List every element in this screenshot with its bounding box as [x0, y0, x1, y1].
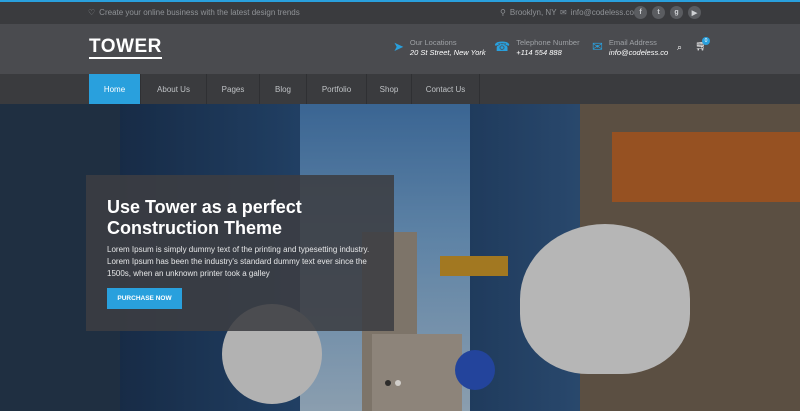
topbar-email-text: info@codeless.co	[570, 8, 634, 17]
topbar-email[interactable]: ✉ info@codeless.co	[560, 8, 634, 17]
topbar-location: ⚲ Brooklyn, NY	[500, 8, 557, 17]
nav-item-pages[interactable]: Pages	[207, 74, 260, 104]
header-phone: ☎ Telephone Number +114 554 888	[494, 38, 580, 58]
nav-item-about-us[interactable]: About Us	[141, 74, 207, 104]
location-arrow-icon: ➤	[393, 39, 404, 54]
email-label: Email Address	[608, 38, 657, 47]
google-plus-icon[interactable]: g	[670, 6, 683, 19]
topbar-location-text: Brooklyn, NY	[509, 8, 557, 17]
nav-item-shop[interactable]: Shop	[367, 74, 412, 104]
cart-count-badge: 0	[702, 37, 710, 45]
email-value[interactable]: info@codeless.co	[609, 47, 668, 58]
slider-dot[interactable]	[385, 380, 391, 386]
map-pin-icon: ⚲	[500, 8, 506, 17]
nav-item-contact-us[interactable]: Contact Us	[412, 74, 480, 104]
facebook-icon[interactable]: f	[634, 6, 647, 19]
nav-item-home[interactable]: Home	[89, 74, 141, 104]
location-value: 20 St Street, New York	[409, 48, 486, 57]
hero-caption-card: Use Tower as a perfect Construction Them…	[86, 175, 394, 331]
search-icon[interactable]: ⌕	[677, 42, 682, 53]
envelope-icon: ✉	[560, 8, 567, 17]
nav-item-portfolio[interactable]: Portfolio	[307, 74, 367, 104]
slider-dot[interactable]	[395, 380, 401, 386]
purchase-now-button[interactable]: PURCHASE NOW	[107, 288, 182, 309]
header-email: ✉ Email Address info@codeless.co	[592, 38, 668, 58]
main-nav: Home About Us Pages Blog Portfolio Shop …	[0, 74, 800, 104]
social-links: f t g ▶	[634, 6, 701, 19]
tagline: ♡ Create your online business with the l…	[88, 8, 300, 17]
site-logo[interactable]: TOWER	[89, 37, 162, 59]
tagline-text: Create your online business with the lat…	[99, 8, 300, 17]
top-bar: ♡ Create your online business with the l…	[0, 0, 800, 24]
header-location: ➤ Our Locations 20 St Street, New York	[393, 38, 486, 58]
nav-item-blog[interactable]: Blog	[260, 74, 307, 104]
slider-pagination	[385, 380, 401, 386]
phone-value: +114 554 888	[516, 48, 562, 57]
phone-label: Telephone Number	[516, 38, 580, 47]
location-label: Our Locations	[409, 38, 457, 47]
hero-title: Use Tower as a perfect Construction Them…	[107, 197, 302, 238]
heart-icon: ♡	[88, 8, 96, 17]
envelope-icon: ✉	[592, 39, 603, 54]
hero-slider: Use Tower as a perfect Construction Them…	[0, 104, 800, 411]
twitter-icon[interactable]: t	[652, 6, 665, 19]
hero-text: Lorem Ipsum is simply dummy text of the …	[107, 245, 370, 278]
phone-icon: ☎	[494, 39, 511, 54]
youtube-icon[interactable]: ▶	[688, 6, 701, 19]
